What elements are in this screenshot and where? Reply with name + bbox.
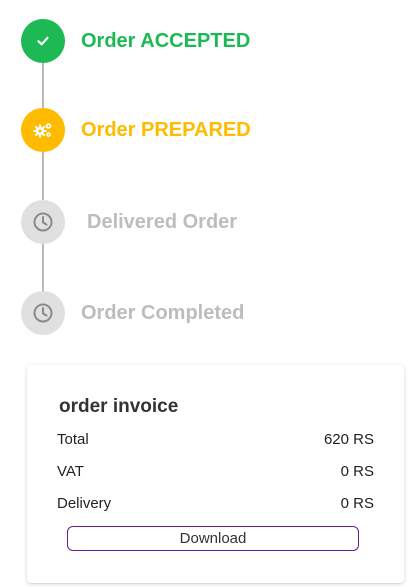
invoice-row-total: Total 620 RS: [57, 429, 374, 449]
status-step-delivered: Delivered Order: [21, 200, 237, 244]
invoice-row-value: 0 RS: [340, 462, 374, 480]
download-invoice-button[interactable]: Download: [67, 526, 359, 551]
invoice-row-vat: VAT 0 RS: [57, 461, 374, 481]
status-step-label: Order ACCEPTED: [81, 29, 251, 52]
invoice-row-value: 620 RS: [323, 430, 374, 448]
status-step-prepared: Order PREPARED: [21, 108, 251, 152]
invoice-row-label: Total: [57, 430, 89, 448]
timeline-connector: [42, 243, 44, 292]
invoice-row-label: VAT: [57, 462, 84, 480]
invoice-title: order invoice: [59, 396, 179, 417]
status-step-label: Order Completed: [81, 301, 245, 324]
gears-icon: [21, 108, 65, 152]
invoice-row-value: 0 RS: [340, 494, 374, 512]
order-status-timeline: Order ACCEPTED Order PREPARED Delivered …: [0, 0, 419, 350]
order-invoice-card: order invoice Total 620 RS VAT 0 RS Deli…: [27, 365, 404, 583]
timeline-connector: [42, 152, 44, 200]
timeline-connector: [42, 62, 44, 109]
clock-icon: [21, 291, 65, 335]
invoice-row-delivery: Delivery 0 RS: [57, 493, 374, 513]
status-step-label: Delivered Order: [87, 210, 238, 233]
clock-icon: [21, 200, 65, 244]
status-step-label: Order PREPARED: [81, 118, 251, 141]
status-step-completed: Order Completed: [21, 291, 244, 335]
status-step-accepted: Order ACCEPTED: [21, 19, 250, 63]
check-icon: [21, 19, 65, 63]
invoice-row-label: Delivery: [57, 494, 112, 512]
